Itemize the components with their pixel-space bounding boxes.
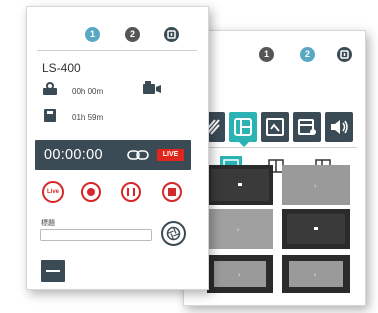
snapshot-button[interactable]: [161, 221, 186, 246]
live-stream-button[interactable]: Live: [42, 181, 64, 203]
caption-input[interactable]: [40, 229, 152, 241]
recording-time: 00h 00m: [72, 87, 104, 96]
live-status-badge: LIVE: [157, 149, 184, 161]
timer-bar: 00:00:00 LIVE: [35, 140, 191, 170]
record-timer: 00:00:00: [44, 147, 103, 163]
device-name: LS-400: [42, 61, 81, 75]
pause-icon-bar: [133, 188, 135, 196]
recorder-content: LS-400 00h 00m 01h 59m 00:00:00 LIVE Liv…: [0, 0, 378, 313]
storage-icon: [44, 109, 56, 122]
recording-storage-icon: [43, 82, 57, 95]
caption-label: 標題: [41, 220, 55, 227]
camera-icon: [143, 81, 161, 94]
minus-icon: [46, 270, 60, 272]
remaining-time: 01h 59m: [72, 113, 104, 122]
link-icon[interactable]: [127, 149, 149, 161]
collapse-button[interactable]: [41, 260, 65, 282]
pause-icon: [127, 188, 129, 196]
record-button[interactable]: [81, 182, 101, 202]
pause-button[interactable]: [121, 182, 141, 202]
live-button-label: Live: [47, 189, 60, 195]
stop-button[interactable]: [162, 182, 182, 202]
stop-icon: [168, 188, 176, 196]
aperture-icon: [166, 226, 181, 241]
record-icon: [87, 188, 95, 196]
